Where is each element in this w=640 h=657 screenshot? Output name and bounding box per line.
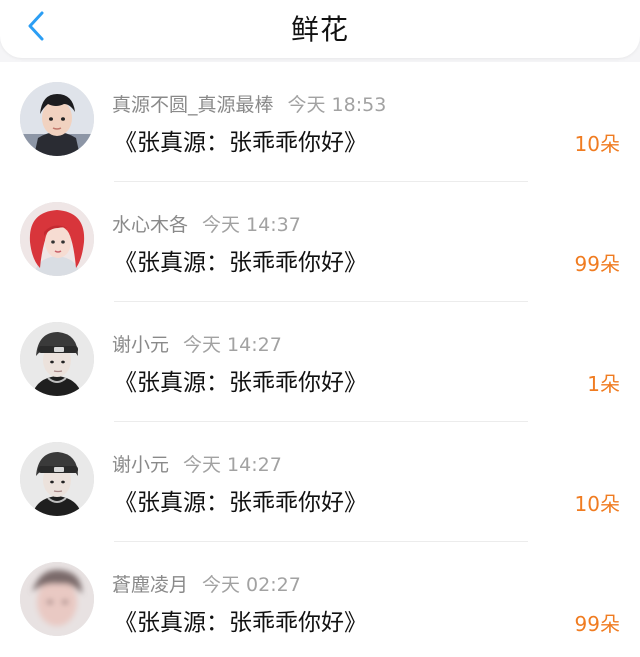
flower-count: 99朵	[574, 252, 620, 276]
username[interactable]: 蒼塵凌月	[112, 574, 188, 596]
avatar-red-hair-portrait-icon	[20, 202, 94, 276]
work-title[interactable]: 《张真源：张乖乖你好》	[114, 123, 367, 157]
flowers-screen: 鲜花 真源不圆_真源最棒 今天 18:53 《张真源：张乖乖你好》 10朵 水心…	[0, 0, 640, 657]
avatar[interactable]	[20, 202, 94, 276]
item-meta: 谢小元 今天 14:27	[112, 450, 282, 477]
list-item[interactable]: 谢小元 今天 14:27 《张真源：张乖乖你好》 10朵	[0, 422, 640, 542]
username[interactable]: 水心木各	[112, 214, 188, 236]
avatar-headband-portrait-icon	[20, 442, 94, 516]
timestamp: 今天 14:27	[183, 334, 282, 356]
avatar-headband-portrait-icon	[20, 322, 94, 396]
item-meta: 真源不圆_真源最棒 今天 18:53	[112, 90, 386, 117]
timestamp: 今天 14:37	[202, 214, 301, 236]
work-title[interactable]: 《张真源：张乖乖你好》	[114, 363, 367, 397]
item-meta: 蒼塵凌月 今天 02:27	[112, 570, 301, 597]
navigation-bar: 鲜花	[0, 0, 640, 58]
list-item[interactable]: 蒼塵凌月 今天 02:27 《张真源：张乖乖你好》 99朵	[0, 542, 640, 657]
item-meta: 水心木各 今天 14:37	[112, 210, 301, 237]
page-title: 鲜花	[290, 13, 349, 46]
timestamp: 今天 02:27	[202, 574, 301, 596]
flower-count: 10朵	[574, 132, 620, 156]
timestamp: 今天 14:27	[183, 454, 282, 476]
username[interactable]: 谢小元	[112, 454, 169, 476]
flower-count: 10朵	[574, 492, 620, 516]
avatar[interactable]	[20, 82, 94, 156]
timestamp: 今天 18:53	[287, 94, 387, 116]
username[interactable]: 谢小元	[112, 334, 169, 356]
avatar-boy-portrait-icon	[20, 82, 94, 156]
flower-count: 99朵	[574, 612, 620, 636]
avatar[interactable]	[20, 442, 94, 516]
item-meta: 谢小元 今天 14:27	[112, 330, 282, 357]
avatar[interactable]	[20, 322, 94, 396]
username[interactable]: 真源不圆_真源最棒	[112, 94, 274, 116]
flower-gift-list: 真源不圆_真源最棒 今天 18:53 《张真源：张乖乖你好》 10朵 水心木各 …	[0, 62, 640, 657]
work-title[interactable]: 《张真源：张乖乖你好》	[114, 603, 367, 637]
work-title[interactable]: 《张真源：张乖乖你好》	[114, 243, 367, 277]
list-item[interactable]: 真源不圆_真源最棒 今天 18:53 《张真源：张乖乖你好》 10朵	[0, 62, 640, 182]
avatar-blurred-portrait-icon	[20, 562, 94, 636]
flower-count: 1朵	[587, 372, 620, 396]
work-title[interactable]: 《张真源：张乖乖你好》	[114, 483, 367, 517]
list-item[interactable]: 水心木各 今天 14:37 《张真源：张乖乖你好》 99朵	[0, 182, 640, 302]
avatar[interactable]	[20, 562, 94, 636]
list-item[interactable]: 谢小元 今天 14:27 《张真源：张乖乖你好》 1朵	[0, 302, 640, 422]
